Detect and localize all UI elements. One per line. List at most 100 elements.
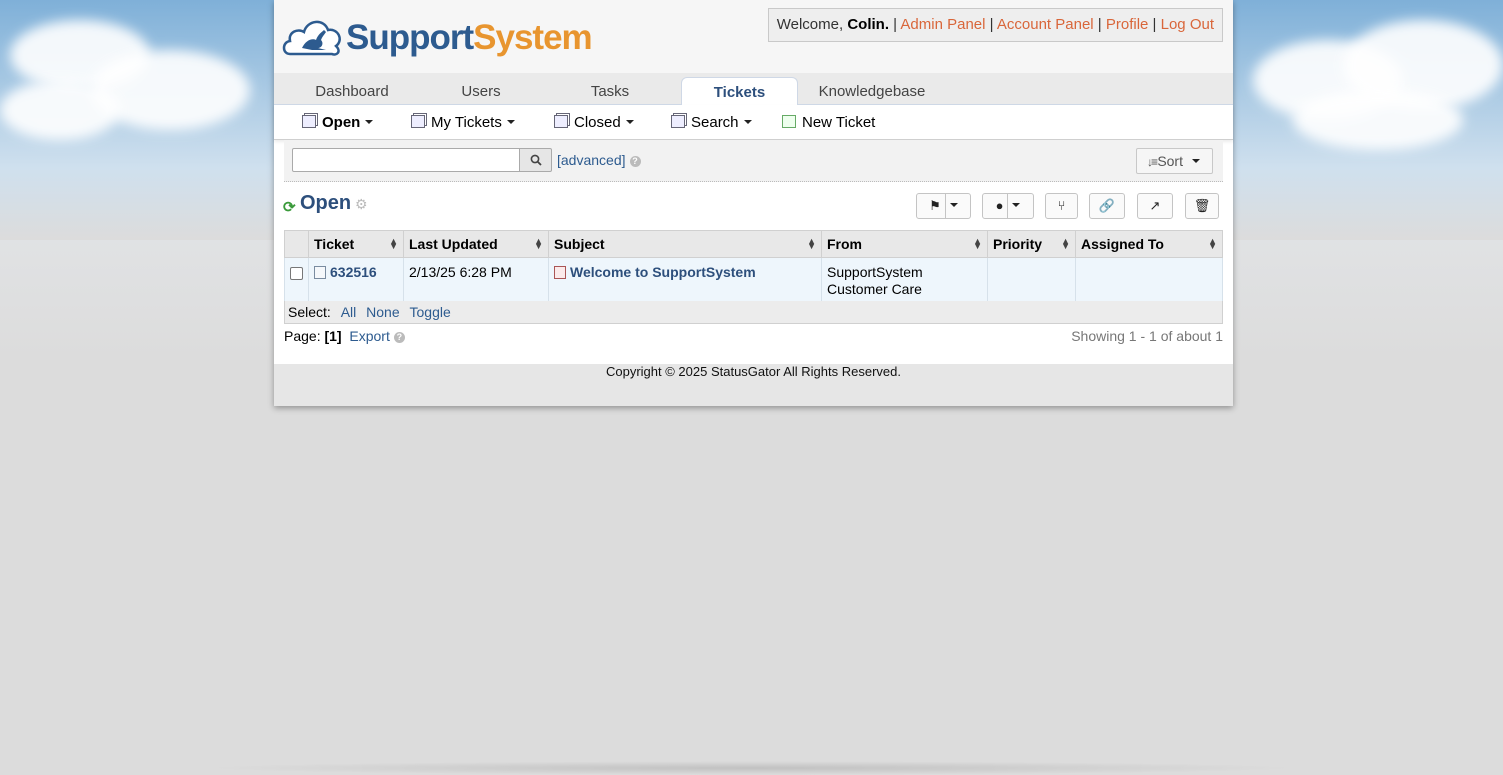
- merge-icon: ⑂: [1057, 198, 1066, 213]
- table-row[interactable]: 632516 2/13/25 6:28 PM Welcome to Suppor…: [284, 257, 1223, 303]
- sort-arrows-icon: ▲ ▼: [1061, 236, 1070, 251]
- thread-icon: [554, 266, 566, 279]
- subject-cell: Welcome to SupportSystem: [548, 257, 822, 303]
- sort-button[interactable]: ↓≡ Sort: [1135, 148, 1213, 174]
- user-name: Colin.: [847, 16, 890, 33]
- tab-knowledgebase[interactable]: Knowledgebase: [814, 77, 930, 105]
- tab-dashboard[interactable]: Dashboard: [300, 77, 404, 105]
- search-menu[interactable]: Search: [671, 105, 752, 140]
- sort-arrows-icon: ▲ ▼: [389, 236, 398, 251]
- from-dept: Customer Care: [827, 281, 922, 297]
- last-updated-cell: 2/13/25 6:28 PM: [403, 257, 549, 303]
- log-out-link[interactable]: Log Out: [1161, 16, 1214, 33]
- select-none-link[interactable]: None: [366, 304, 399, 320]
- ticket-number-cell: 632516: [308, 257, 404, 303]
- search-button[interactable]: [519, 148, 552, 172]
- link-icon: 🔗: [1098, 198, 1116, 213]
- select-toggle-link[interactable]: Toggle: [410, 304, 451, 320]
- tab-tasks[interactable]: Tasks: [559, 77, 661, 105]
- search-icon: [530, 154, 542, 166]
- my-tickets-menu[interactable]: My Tickets: [411, 105, 515, 140]
- header: SupportSystem Welcome, Colin. | Admin Pa…: [274, 0, 1233, 73]
- closed-menu[interactable]: Closed: [554, 105, 634, 140]
- table-header-row: Ticket ▲ ▼ Last Updated ▲ ▼ Subject ▲ ▼ From ▲ ▼…: [284, 230, 1223, 258]
- user-menu: Welcome, Colin. | Admin Panel | Account …: [767, 8, 1223, 42]
- pagination-bar: Page: [1] Export? Showing 1 - 1 of about…: [284, 326, 1223, 346]
- caret-down-icon: [1012, 203, 1021, 207]
- ticket-icon: [314, 266, 326, 279]
- help-icon[interactable]: ?: [629, 156, 641, 167]
- share-icon: ↗: [1149, 198, 1161, 213]
- closed-label: Closed: [574, 114, 621, 131]
- column-header-ticket[interactable]: Ticket ▲ ▼: [308, 230, 404, 258]
- showing-count: Showing 1 - 1 of about 1: [1071, 328, 1223, 344]
- share-button[interactable]: ↗: [1137, 193, 1173, 219]
- search-input[interactable]: [292, 148, 520, 172]
- new-ticket-icon: [782, 115, 796, 128]
- queue-icon: [554, 115, 568, 128]
- delete-button[interactable]: 🗑: [1185, 193, 1219, 219]
- new-ticket-label: New Ticket: [802, 114, 876, 131]
- queue-header: ⟳ Open ⚙ ⚑ ● ⑂ 🔗 ↗ 🗑: [274, 182, 1233, 228]
- column-header-last-updated[interactable]: Last Updated ▲ ▼: [403, 230, 549, 258]
- caret-down-icon: [949, 203, 958, 207]
- column-header-subject[interactable]: Subject ▲ ▼: [548, 230, 822, 258]
- flag-dropdown-button[interactable]: ⚑: [916, 193, 971, 219]
- gear-icon[interactable]: ⚙: [355, 196, 368, 213]
- admin-panel-link[interactable]: Admin Panel: [900, 16, 985, 33]
- sky-background-right: [1233, 0, 1503, 240]
- merge-button[interactable]: ⑂: [1045, 193, 1078, 219]
- advanced-search-link[interactable]: [advanced]?: [557, 152, 641, 168]
- trash-icon: 🗑: [1193, 198, 1211, 213]
- column-header-from[interactable]: From ▲ ▼: [821, 230, 988, 258]
- refresh-icon[interactable]: ⟳: [283, 198, 296, 216]
- logo-text: SupportSystem: [346, 18, 593, 57]
- search-menu-label: Search: [691, 114, 739, 131]
- caret-down-icon: [506, 120, 515, 124]
- link-button[interactable]: 🔗: [1089, 193, 1125, 219]
- queue-icon: [411, 115, 425, 128]
- caret-down-icon: [1192, 159, 1200, 163]
- row-checkbox[interactable]: [290, 267, 303, 280]
- caret-down-icon: [365, 120, 374, 124]
- profile-link[interactable]: Profile: [1106, 16, 1149, 33]
- priority-cell: [987, 257, 1076, 303]
- kangaroo-cloud-icon: [282, 20, 341, 56]
- flag-icon: ⚑: [929, 198, 941, 213]
- column-header-priority[interactable]: Priority ▲ ▼: [987, 230, 1076, 258]
- tab-users[interactable]: Users: [430, 77, 532, 105]
- help-icon[interactable]: ?: [393, 332, 405, 343]
- queue-icon: [671, 115, 685, 128]
- assign-dropdown-button[interactable]: ●: [982, 193, 1034, 219]
- ticket-number-link[interactable]: 632516: [330, 264, 377, 280]
- sort-arrows-icon: ▲ ▼: [1208, 236, 1217, 251]
- sort-arrows-icon: ▲ ▼: [534, 236, 543, 251]
- logo[interactable]: SupportSystem: [282, 10, 593, 60]
- open-menu[interactable]: Open: [302, 105, 374, 140]
- ticket-subnav: Open My Tickets Closed Search New Ticket: [274, 105, 1233, 140]
- select-all-link[interactable]: All: [341, 304, 357, 320]
- subject-link[interactable]: Welcome to SupportSystem: [570, 264, 756, 280]
- footer: Copyright © 2025 StatusGator All Rights …: [274, 364, 1233, 406]
- main-tabs: Dashboard Users Tasks Tickets Knowledgeb…: [274, 73, 1233, 106]
- sort-arrows-icon: ▲ ▼: [973, 236, 982, 251]
- row-select-cell: [284, 257, 309, 303]
- welcome-text: Welcome,: [776, 16, 844, 33]
- tickets-table: Ticket ▲ ▼ Last Updated ▲ ▼ Subject ▲ ▼ From ▲ ▼…: [284, 230, 1223, 303]
- tab-tickets[interactable]: Tickets: [681, 77, 798, 106]
- current-page[interactable]: [1]: [324, 328, 341, 344]
- sky-background-left: [0, 0, 274, 240]
- user-icon: ●: [995, 198, 1004, 213]
- select-column-header: [284, 230, 309, 258]
- main-container: SupportSystem Welcome, Colin. | Admin Pa…: [274, 0, 1233, 406]
- new-ticket-button[interactable]: New Ticket: [782, 105, 875, 140]
- queue-title[interactable]: Open: [300, 192, 351, 215]
- advanced-label: [advanced]: [557, 152, 626, 168]
- column-header-assigned-to[interactable]: Assigned To ▲ ▼: [1075, 230, 1223, 258]
- export-link[interactable]: Export: [349, 328, 389, 344]
- caret-down-icon: [743, 120, 752, 124]
- sort-icon: ↓≡: [1146, 155, 1158, 169]
- account-panel-link[interactable]: Account Panel: [997, 16, 1094, 33]
- bottom-shadow: [200, 761, 1303, 775]
- my-tickets-label: My Tickets: [431, 114, 502, 131]
